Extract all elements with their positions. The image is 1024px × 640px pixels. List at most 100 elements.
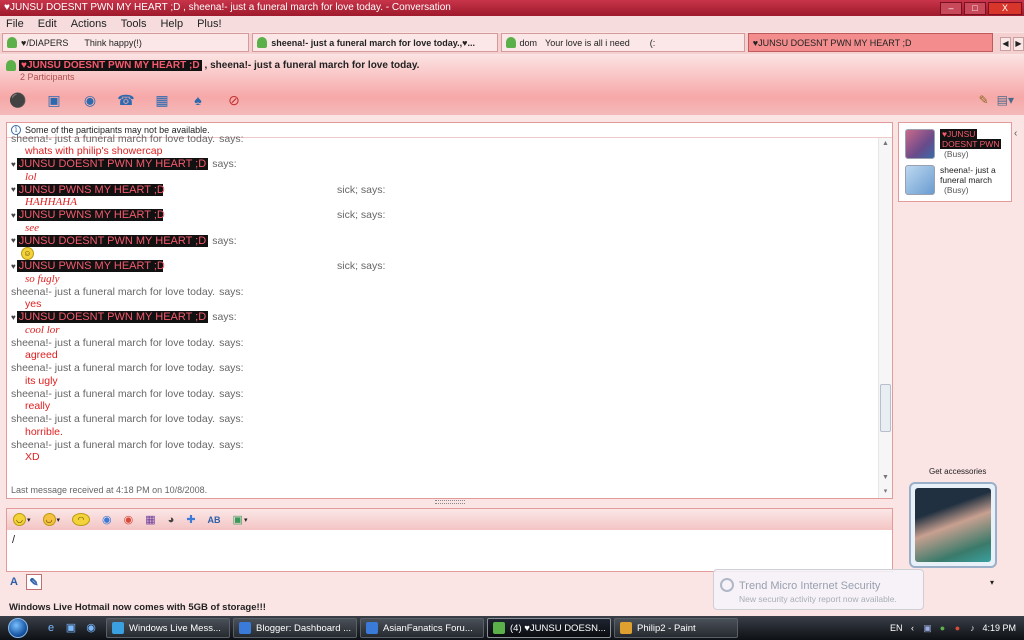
sender-name: JUNSU DOESNT PWN MY HEART ;D xyxy=(16,311,209,323)
scroll-thumb[interactable] xyxy=(880,384,891,432)
quick-launch: e ▣ ◉ xyxy=(44,621,98,635)
tab-diapers[interactable]: ♥/DIAPERS Think happy(!) xyxy=(2,33,250,52)
message-input[interactable]: / xyxy=(12,534,15,546)
scroll-up-icon[interactable]: ▲ xyxy=(879,138,892,150)
participant-card[interactable]: ♥JUNSU DOESNT PWN (Busy) xyxy=(905,129,1002,159)
tray-expand-icon[interactable]: ‹ xyxy=(907,623,917,633)
menu-actions[interactable]: Actions xyxy=(71,18,107,30)
message-text: HAHHAHA xyxy=(25,196,77,208)
chat-message: sheena!- just a funeral march for love t… xyxy=(11,132,878,158)
menu-file[interactable]: File xyxy=(6,18,24,30)
menu-plus[interactable]: Plus! xyxy=(197,18,221,30)
chat-scrollbar[interactable]: ▲ ▼ ▾ xyxy=(878,138,892,498)
heart-icon: ♥ xyxy=(11,210,16,220)
start-button[interactable] xyxy=(0,616,36,640)
tab-scroll-right-icon[interactable]: ▶ xyxy=(1013,36,1024,51)
participants-panel: ♥JUNSU DOESNT PWN (Busy) sheena!- just a… xyxy=(898,122,1012,202)
display-picture-menu-icon[interactable]: ▾ xyxy=(990,578,994,587)
maximize-button[interactable]: □ xyxy=(964,1,986,15)
voice-clip-button[interactable]: ◉ xyxy=(102,513,112,526)
sender-name: JUNSU PWNS MY HEART ;D xyxy=(16,260,165,272)
sender-name: sheena!- just a funeral march for love t… xyxy=(11,132,216,145)
taskbar-item-conversation[interactable]: (4) ♥JUNSU DOESN... xyxy=(487,618,611,638)
minimize-button[interactable]: – xyxy=(940,1,962,15)
language-indicator[interactable]: EN xyxy=(890,623,903,633)
invite-contact-icon[interactable]: ⚫ xyxy=(6,89,30,111)
activities-icon[interactable]: ▦ xyxy=(150,89,174,111)
ie-icon xyxy=(239,622,251,634)
internet-explorer-icon[interactable]: e xyxy=(44,621,58,635)
games-icon[interactable]: ♠ xyxy=(186,89,210,111)
sender-name: JUNSU DOESNT PWN MY HEART ;D xyxy=(16,234,209,247)
menu-help[interactable]: Help xyxy=(160,18,183,30)
tab-contact-name: dom xyxy=(519,37,538,48)
block-icon[interactable]: ⊘ xyxy=(222,89,246,111)
video-call-icon[interactable]: ◉ xyxy=(78,89,102,111)
security-notification[interactable]: Trend Micro Internet Security New securi… xyxy=(713,569,924,610)
wink-picker[interactable]: ◡ ▾ xyxy=(42,513,60,526)
messenger-tray-icon[interactable]: ● xyxy=(937,623,947,633)
network-icon[interactable]: ▣ xyxy=(922,623,932,633)
send-gift-button[interactable]: ◉ xyxy=(124,513,134,526)
tab-sheena[interactable]: sheena!- just a funeral march for love t… xyxy=(252,33,498,52)
taskbar-item-paint[interactable]: Philip2 - Paint xyxy=(614,618,738,638)
message-header: ♥ JUNSU PWNS MY HEART ;D sick; says: xyxy=(11,209,878,222)
participant-card[interactable]: sheena!- just a funeral march (Busy) xyxy=(905,165,996,195)
menu-tools[interactable]: Tools xyxy=(121,18,147,30)
share-files-icon[interactable]: ▣ xyxy=(42,89,66,111)
tab-scroll-left-icon[interactable]: ◀ xyxy=(1000,36,1011,51)
trend-micro-icon xyxy=(720,578,734,592)
clock[interactable]: 4:19 PM xyxy=(982,623,1016,633)
handwriting-mode-icon[interactable]: ✎ xyxy=(26,574,42,590)
tab-dom[interactable]: dom Your love is all i need (: xyxy=(500,33,745,52)
collapse-panel-icon[interactable]: ‹ xyxy=(1014,128,1017,139)
sender-name: sheena!- just a funeral march for love t… xyxy=(11,438,216,451)
says-label: says: xyxy=(219,387,244,400)
tab-contact-name: ♥/DIAPERS xyxy=(21,37,69,48)
hotmail-promo-link[interactable]: Windows Live Hotmail now comes with 5GB … xyxy=(9,602,266,613)
nudge-button[interactable]: ◠ xyxy=(72,513,91,526)
get-accessories-link[interactable]: Get accessories xyxy=(929,467,986,476)
notification-body: New security activity report now availab… xyxy=(739,594,897,604)
more-options-button[interactable]: ▣ ▾ xyxy=(233,513,248,526)
my-display-picture[interactable] xyxy=(909,482,997,568)
volume-icon[interactable]: ♪ xyxy=(967,623,977,633)
tab-personal-message: Your love is all i need (: xyxy=(545,37,656,48)
show-desktop-icon[interactable]: ▣ xyxy=(64,621,78,635)
scroll-menu-icon[interactable]: ▾ xyxy=(879,486,892,498)
message-text: agreed xyxy=(25,349,58,361)
msn-plus-button[interactable]: ✚ xyxy=(186,513,195,526)
paint-brush-icon[interactable]: ✎ xyxy=(979,93,989,107)
pane-splitter[interactable] xyxy=(435,500,465,504)
says-label: says: xyxy=(219,285,244,298)
participant-name[interactable]: ♥JUNSU DOESNT PWN MY HEART ;D xyxy=(19,60,202,71)
windows-media-icon[interactable]: ◉ xyxy=(84,621,98,635)
taskbar-item-asianfanatics[interactable]: AsianFanatics Foru... xyxy=(360,618,484,638)
chat-message: ♥ JUNSU DOESNT PWN MY HEART ;D says: ☺ xyxy=(11,234,878,260)
scroll-down-icon[interactable]: ▼ xyxy=(879,472,892,484)
tab-junsu[interactable]: ♥JUNSU DOESNT PWN MY HEART ;D xyxy=(747,33,993,52)
spell-check-button[interactable]: AB xyxy=(208,515,221,525)
participant-name[interactable]: , sheena!- just a funeral march for love… xyxy=(205,60,420,71)
menu-edit[interactable]: Edit xyxy=(38,18,57,30)
task-label: (4) ♥JUNSU DOESN... xyxy=(510,622,606,634)
menu-dropdown-icon[interactable]: ▤▾ xyxy=(997,93,1014,107)
font-icon[interactable]: A xyxy=(6,574,22,590)
background-button[interactable]: ▦ xyxy=(145,513,155,526)
spell-check-icon: AB xyxy=(207,514,221,525)
heart-icon: ♥ xyxy=(11,185,16,194)
message-text: horrible. xyxy=(25,425,63,438)
background-icon: ▦ xyxy=(145,514,156,526)
taskbar-item-messenger[interactable]: Windows Live Mess... xyxy=(106,618,230,638)
close-button[interactable]: X xyxy=(988,1,1022,15)
emoticon-picker[interactable]: ◡ ▾ xyxy=(13,513,31,526)
task-label: Windows Live Mess... xyxy=(129,622,221,634)
antivirus-tray-icon[interactable]: ● xyxy=(952,623,962,633)
message-text: yes xyxy=(25,298,42,310)
handwriting-button[interactable]: ◕ xyxy=(168,514,175,526)
chat-history: i Some of the participants may not be av… xyxy=(6,122,893,499)
task-label: Philip2 - Paint xyxy=(637,622,696,634)
taskbar-item-blogger[interactable]: Blogger: Dashboard ... xyxy=(233,618,357,638)
call-icon[interactable]: ☎ xyxy=(114,89,138,111)
header-right-tools: ✎ ▤▾ xyxy=(979,93,1014,107)
